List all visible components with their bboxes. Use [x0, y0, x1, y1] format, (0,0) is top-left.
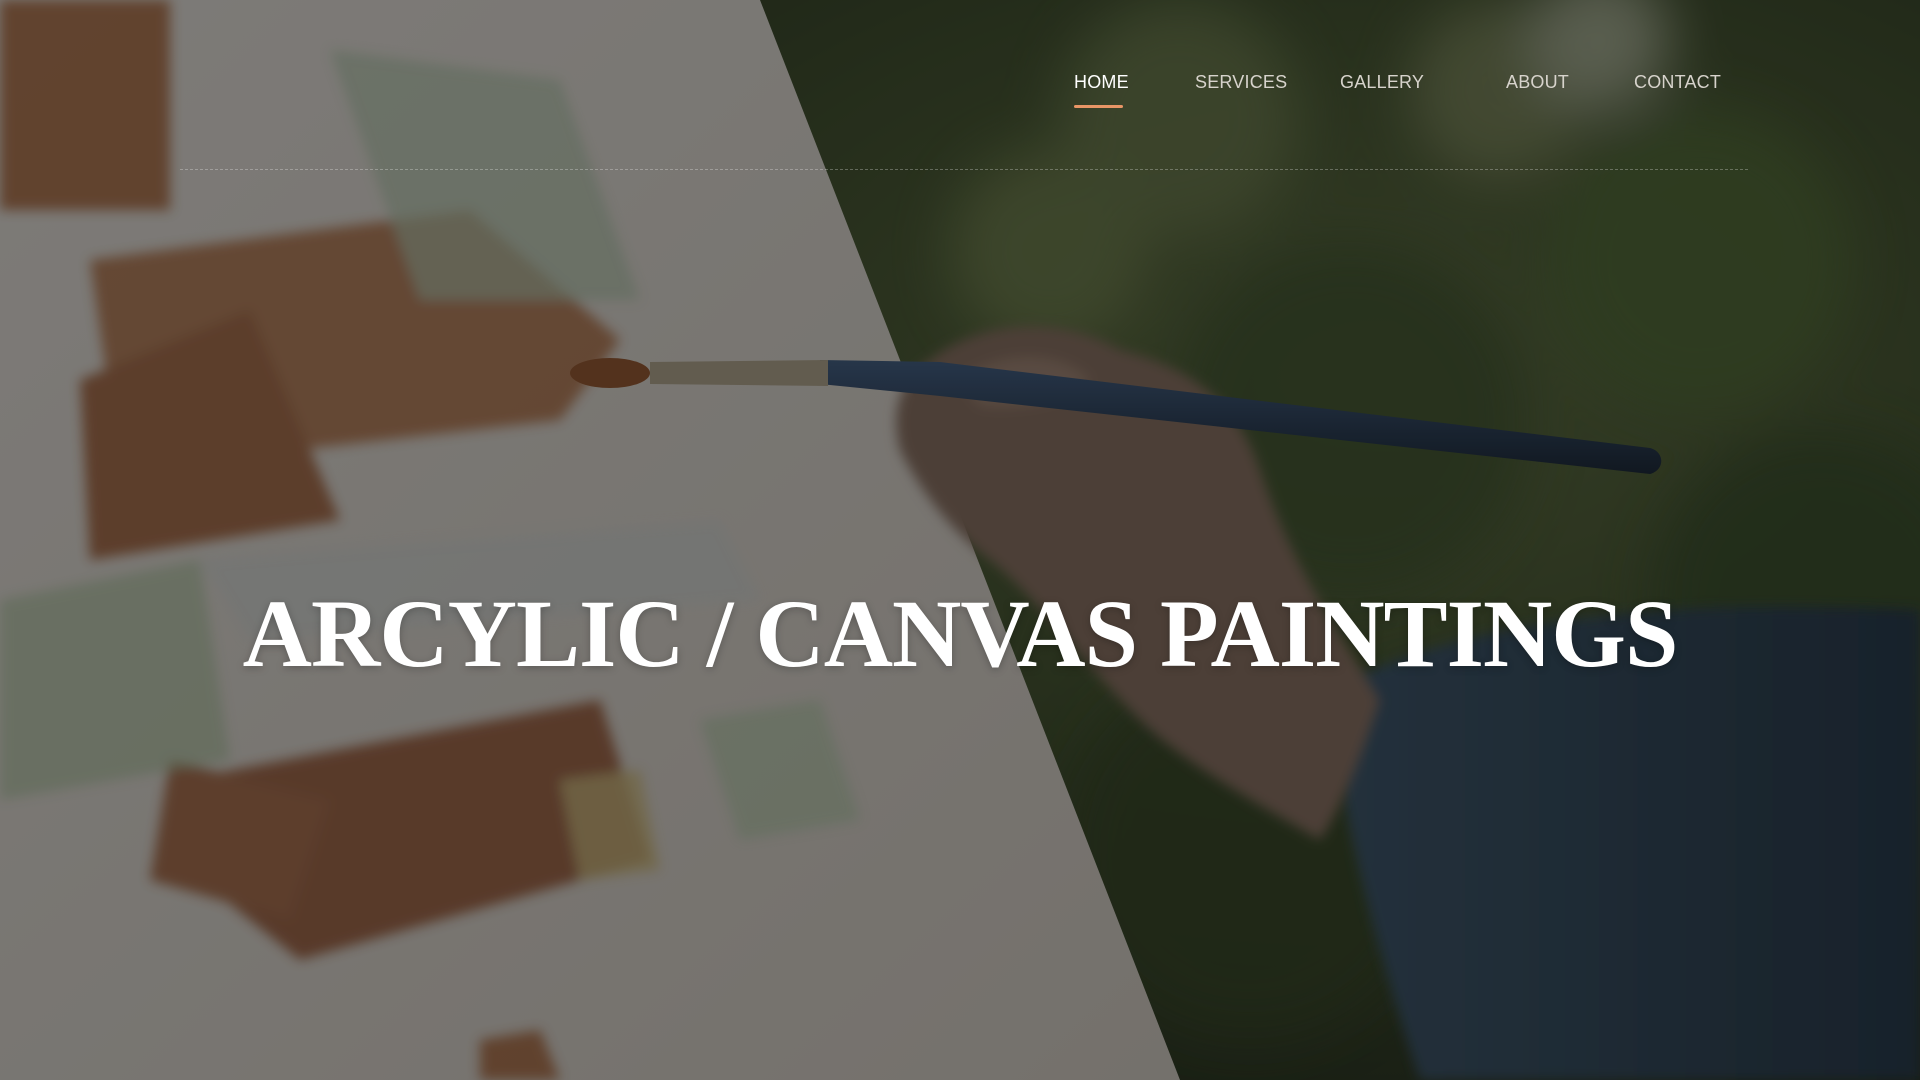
- nav-active-underline: [1074, 105, 1123, 108]
- nav-item-gallery[interactable]: GALLERY: [1340, 72, 1424, 93]
- hero-section: HOME SERVICES GALLERY ABOUT CONTACT ARCY…: [0, 0, 1920, 1080]
- hero-headline: ARCYLIC / CANVAS PAINTINGS: [242, 580, 1679, 687]
- nav-item-contact[interactable]: CONTACT: [1634, 72, 1721, 93]
- nav-item-services[interactable]: SERVICES: [1195, 72, 1287, 93]
- top-navigation: HOME SERVICES GALLERY ABOUT CONTACT: [0, 0, 1920, 170]
- nav-item-home[interactable]: HOME: [1074, 72, 1129, 93]
- nav-item-about[interactable]: ABOUT: [1506, 72, 1569, 93]
- header-divider: [180, 169, 1748, 170]
